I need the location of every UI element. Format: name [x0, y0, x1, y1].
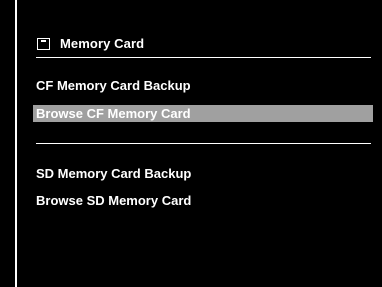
menu-item-sd-memory-card-backup[interactable]: SD Memory Card Backup: [33, 165, 373, 182]
menu-item-browse-cf-memory-card[interactable]: Browse CF Memory Card: [33, 105, 373, 122]
memory-card-screen: Memory Card CF Memory Card Backup Browse…: [0, 0, 382, 287]
menu-item-cf-memory-card-backup[interactable]: CF Memory Card Backup: [33, 77, 373, 94]
menu-item-browse-sd-memory-card[interactable]: Browse SD Memory Card: [33, 192, 373, 209]
memory-card-icon: [37, 38, 50, 50]
header-divider: [36, 57, 371, 58]
screen-header: Memory Card: [37, 35, 144, 53]
left-border-line: [15, 0, 17, 287]
page-title: Memory Card: [60, 36, 145, 51]
section-divider: [36, 143, 371, 144]
